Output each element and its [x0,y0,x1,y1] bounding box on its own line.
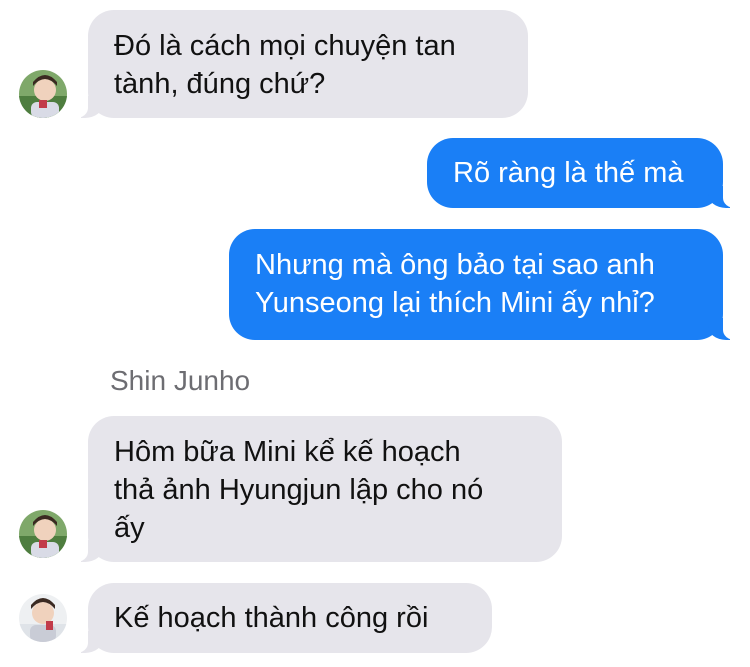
avatar-photo-icon [19,70,67,118]
message-bubble-incoming[interactable]: Hôm bữa Mini kể kế hoạch thả ảnh Hyungju… [74,416,562,562]
bubble-tail [708,316,737,340]
bubble-tail [708,184,737,208]
message-bubble-outgoing[interactable]: Nhưng mà ông bảo tại sao anh Yunseong lạ… [229,229,737,340]
bubble-tail [74,538,103,562]
bubble-tail [74,629,103,653]
message-text: Đó là cách mọi chuyện tan tành, đúng chứ… [114,30,456,100]
message-text: Nhưng mà ông bảo tại sao anh Yunseong lạ… [255,249,655,319]
message-bubble-incoming[interactable]: Đó là cách mọi chuyện tan tành, đúng chứ… [74,10,528,118]
contact-avatar[interactable] [19,70,67,118]
avatar-photo-icon [19,510,67,558]
avatar-photo-icon [19,594,67,642]
message-bubble-outgoing[interactable]: Rõ ràng là thế mà [427,138,737,208]
message-text: Hôm bữa Mini kể kế hoạch thả ảnh Hyungju… [114,436,484,544]
message-bubble-incoming[interactable]: Kế hoạch thành công rồi [74,583,492,653]
sender-name: Shin Junho [110,365,251,396]
bubble-tail [74,94,103,118]
message-text: Rõ ràng là thế mà [453,157,684,189]
contact-avatar[interactable] [19,510,67,558]
contact-avatar[interactable] [19,594,67,642]
message-text: Kế hoạch thành công rồi [114,602,429,634]
